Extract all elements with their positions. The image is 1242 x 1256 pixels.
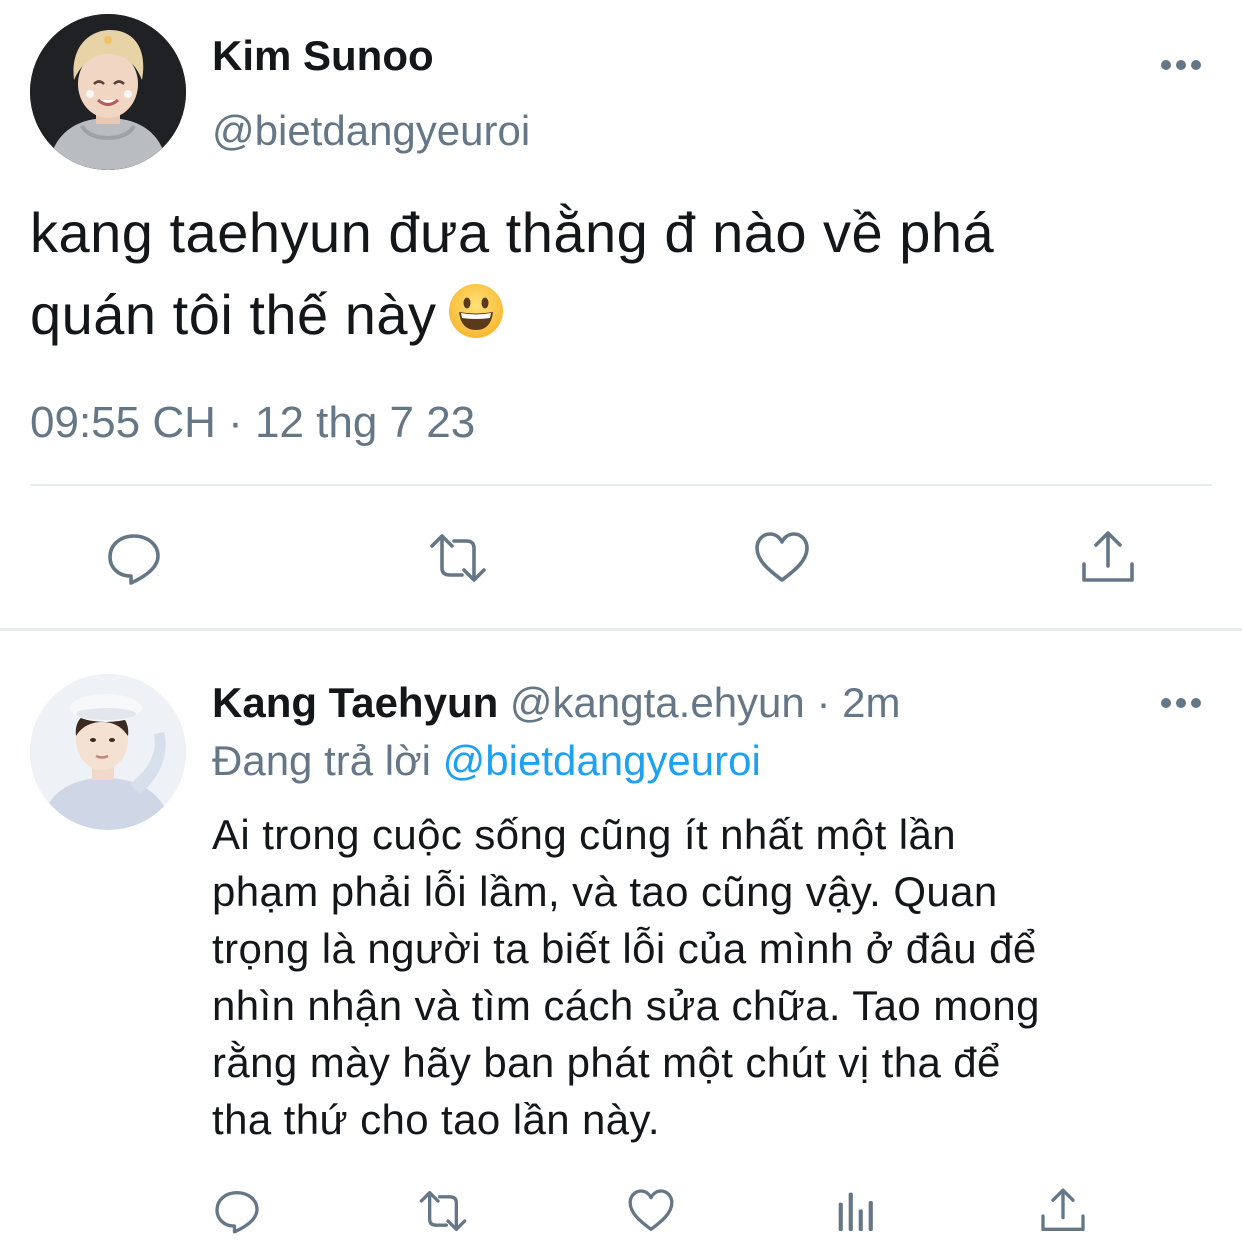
reply-author-handle[interactable]: @kangta.ehyun <box>510 679 805 726</box>
author-display-name[interactable]: Kim Sunoo <box>212 35 434 77</box>
author-avatar[interactable] <box>30 14 186 170</box>
divider <box>30 484 1212 486</box>
like-icon[interactable] <box>626 1186 676 1236</box>
author-handle[interactable]: @bietdangyeuroi <box>212 110 530 152</box>
tweet-text-line: quán tôi thế này <box>30 274 1210 356</box>
section-divider <box>0 628 1242 631</box>
retweet-icon[interactable] <box>428 528 488 588</box>
reply-text-line: nhìn nhận và tìm cách sửa chữa. Tao mong <box>212 982 1040 1029</box>
share-icon[interactable] <box>1038 1186 1088 1236</box>
reply-icon[interactable] <box>212 1186 262 1236</box>
reply-text-line: tha thứ cho tao lần này. <box>212 1096 660 1143</box>
replying-to: Đang trả lời @bietdangyeuroi <box>212 738 761 784</box>
reply-text-line: Ai trong cuộc sống cũng ít nhất một lần <box>212 811 957 858</box>
replying-prefix: Đang trả lời <box>212 737 431 784</box>
reply-header: Kang Taehyun @kangta.ehyun · 2m <box>212 680 900 726</box>
reply-text-line: rằng mày hãy ban phát một chút vị tha để <box>212 1039 1001 1086</box>
reply-text: Ai trong cuộc sống cũng ít nhất một lần … <box>212 806 1212 1148</box>
tweet-timestamp[interactable]: 09:55 CH · 12 thg 7 23 <box>30 398 475 448</box>
reply-time[interactable]: 2m <box>842 679 900 726</box>
analytics-icon[interactable] <box>832 1186 882 1236</box>
retweet-icon[interactable] <box>418 1186 468 1236</box>
more-options-icon[interactable] <box>1160 58 1202 72</box>
replying-mention[interactable]: @bietdangyeuroi <box>443 737 761 784</box>
tweet-text-line: kang taehyun đưa thằng đ nào về phá <box>30 201 995 264</box>
reply-icon[interactable] <box>104 528 164 588</box>
like-icon[interactable] <box>752 528 812 588</box>
reply-author-display-name[interactable]: Kang Taehyun <box>212 679 498 726</box>
reply-separator: · <box>816 679 831 726</box>
reply-more-options-icon[interactable] <box>1160 696 1202 710</box>
tweet-text: kang taehyun đưa thằng đ nào về phá quán… <box>30 192 1210 356</box>
reply-author-avatar[interactable] <box>30 674 186 830</box>
reply-text-line: phạm phải lỗi lầm, và tao cũng vậy. Quan <box>212 868 998 915</box>
reply-text-line: trọng là người ta biết lỗi của mình ở đâ… <box>212 925 1037 972</box>
tweet-text-line-2: quán tôi thế này <box>30 283 437 346</box>
grinning-face-icon <box>447 280 505 338</box>
share-icon[interactable] <box>1078 528 1138 588</box>
